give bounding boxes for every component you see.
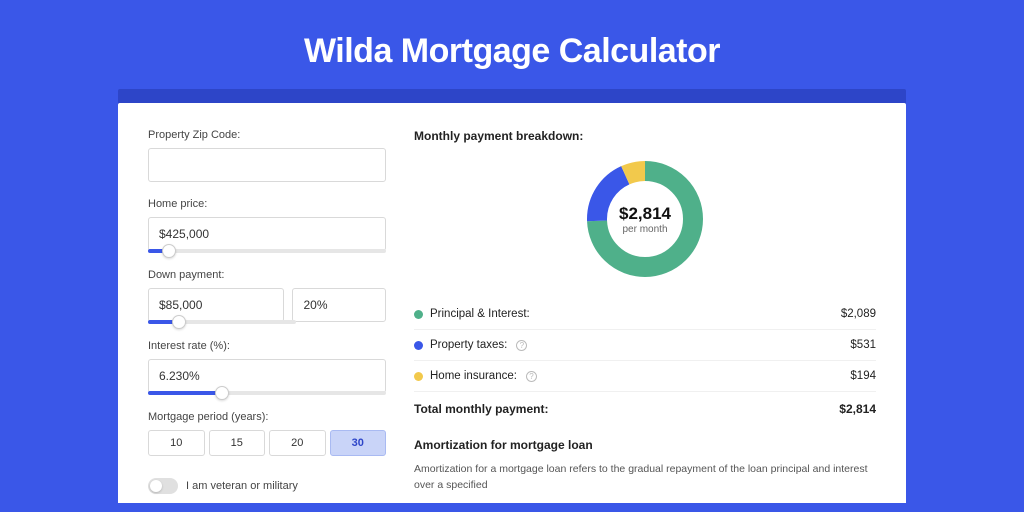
legend-value: $194 [850,370,876,382]
info-icon[interactable]: ? [526,371,537,382]
breakdown-heading: Monthly payment breakdown: [414,129,876,143]
veteran-label: I am veteran or military [186,480,298,492]
period-btn-15[interactable]: 15 [209,430,266,456]
price-slider[interactable] [148,249,386,253]
price-input[interactable] [148,217,386,251]
breakdown-column: Monthly payment breakdown: $2,814 per mo… [414,129,876,503]
legend-value: $2,089 [841,308,876,320]
down-slider-thumb[interactable] [172,315,186,329]
down-percent-input[interactable] [292,288,386,322]
rate-slider-fill [148,391,222,395]
legend-label: Principal & Interest: [430,308,530,320]
page-title: Wilda Mortgage Calculator [0,0,1024,89]
veteran-row: I am veteran or military [148,478,386,494]
donut-amount: $2,814 [619,204,671,224]
dot-icon [414,372,423,381]
legend-label: Property taxes: [430,339,507,351]
rate-slider-thumb[interactable] [215,386,229,400]
legend-insurance: Home insurance: ? $194 [414,361,876,392]
amortization-heading: Amortization for mortgage loan [414,438,876,452]
down-label: Down payment: [148,269,386,281]
inputs-column: Property Zip Code: Home price: Down paym… [148,129,386,503]
info-icon[interactable]: ? [516,340,527,351]
down-amount-input[interactable] [148,288,284,322]
donut-wrap: $2,814 per month [414,157,876,281]
down-field: Down payment: [148,269,386,324]
calculator-card: Property Zip Code: Home price: Down paym… [118,103,906,503]
price-field: Home price: [148,198,386,253]
period-field: Mortgage period (years): 10 15 20 30 [148,411,386,456]
zip-label: Property Zip Code: [148,129,386,141]
legend-value: $531 [850,339,876,351]
period-btn-30[interactable]: 30 [330,430,387,456]
period-buttons: 10 15 20 30 [148,430,386,456]
amortization-text: Amortization for a mortgage loan refers … [414,462,876,494]
total-value: $2,814 [839,402,876,416]
total-row: Total monthly payment: $2,814 [414,392,876,432]
legend-taxes: Property taxes: ? $531 [414,330,876,361]
card-shadow: Property Zip Code: Home price: Down paym… [118,89,906,503]
period-label: Mortgage period (years): [148,411,386,423]
legend-principal: Principal & Interest: $2,089 [414,299,876,330]
down-slider[interactable] [148,320,296,324]
rate-slider[interactable] [148,391,386,395]
donut-center: $2,814 per month [583,157,707,281]
legend-label: Home insurance: [430,370,517,382]
dot-icon [414,310,423,319]
period-btn-10[interactable]: 10 [148,430,205,456]
rate-field: Interest rate (%): [148,340,386,395]
donut-sub: per month [622,224,667,235]
zip-field: Property Zip Code: [148,129,386,182]
price-label: Home price: [148,198,386,210]
donut-chart: $2,814 per month [583,157,707,281]
dot-icon [414,341,423,350]
price-slider-thumb[interactable] [162,244,176,258]
rate-input[interactable] [148,359,386,393]
total-label: Total monthly payment: [414,402,548,416]
veteran-toggle[interactable] [148,478,178,494]
period-btn-20[interactable]: 20 [269,430,326,456]
rate-label: Interest rate (%): [148,340,386,352]
zip-input[interactable] [148,148,386,182]
